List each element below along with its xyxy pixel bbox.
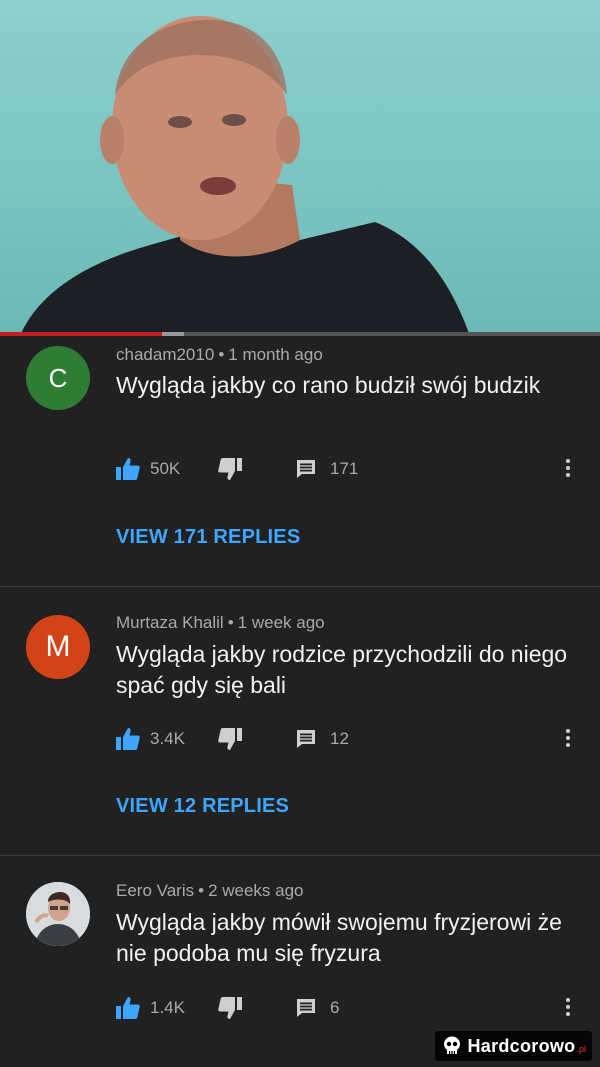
comment-author[interactable]: chadam2010: [116, 345, 214, 364]
watermark-brand: Hardcorowo: [467, 1035, 576, 1056]
view-replies-button[interactable]: VIEW 12 REPLIES: [116, 795, 289, 818]
like-button[interactable]: 3.4K: [116, 724, 185, 754]
comment-author[interactable]: Murtaza Khalil: [116, 613, 224, 632]
comment-time: 1 month ago: [228, 345, 323, 364]
like-count: 50K: [150, 459, 181, 478]
reply-button[interactable]: 12: [296, 724, 349, 754]
comment-text: Wygląda jakby co rano budził swój budzik: [116, 372, 541, 398]
like-count: 3.4K: [150, 729, 185, 748]
comment-actions: 1.4K 6: [116, 993, 586, 1023]
comment-meta: Eero Varis • 2 weeks ago: [116, 881, 304, 900]
watermark-tld: .pl: [576, 1044, 586, 1054]
avatar[interactable]: M: [26, 615, 90, 679]
comment-item: C chadam2010 • 1 month ago Wygląda jakby c…: [0, 336, 600, 587]
thumb-down-icon: [218, 997, 242, 1019]
thumb-down-icon: [218, 728, 242, 750]
avatar[interactable]: C: [26, 346, 90, 410]
comment-meta: chadam2010 • 1 month ago: [116, 345, 323, 364]
reply-button[interactable]: 6: [296, 993, 339, 1023]
reply-button[interactable]: 171: [296, 454, 358, 484]
comment-meta: Murtaza Khalil • 1 week ago: [116, 613, 325, 632]
video-player[interactable]: [0, 0, 600, 336]
thumb-up-icon: [116, 728, 140, 750]
comment-time: 1 week ago: [237, 613, 325, 632]
reply-count: 6: [330, 998, 340, 1017]
more-vert-icon[interactable]: [562, 726, 574, 752]
like-button[interactable]: 1.4K: [116, 993, 185, 1023]
dislike-button[interactable]: [218, 724, 242, 754]
comment-text: Wygląda jakby rodzice przychodzili do ni…: [116, 641, 568, 698]
comment-icon: [297, 460, 315, 478]
reply-count: 12: [330, 729, 349, 748]
skull-icon: [444, 1036, 461, 1054]
more-vert-icon[interactable]: [562, 995, 574, 1021]
thumb-up-icon: [116, 997, 140, 1019]
comment-time: 2 weeks ago: [208, 881, 304, 900]
dislike-button[interactable]: [218, 454, 242, 484]
comment-text: Wygląda jakby mówił swojemu fryzjerowi ż…: [116, 909, 562, 966]
comment-icon: [297, 730, 315, 748]
avatar-letter: C: [48, 362, 68, 393]
like-count: 1.4K: [150, 998, 185, 1017]
like-button[interactable]: 50K: [116, 454, 180, 484]
view-replies-button[interactable]: VIEW 171 REPLIES: [116, 526, 300, 549]
watermark-logo: Hardcorowo .pl: [435, 1031, 592, 1061]
avatar[interactable]: [26, 882, 90, 946]
video-frame-image: [20, 16, 470, 336]
user-photo-icon: [26, 882, 90, 946]
comment-author[interactable]: Eero Varis: [116, 881, 194, 900]
more-vert-icon[interactable]: [562, 456, 574, 482]
dislike-button[interactable]: [218, 993, 242, 1023]
avatar-letter: M: [45, 630, 71, 663]
comment-item: M Murtaza Khalil • 1 week ago Wygląda jakb…: [0, 587, 600, 856]
reply-count: 171: [330, 459, 359, 478]
comment-actions: 50K 171: [116, 454, 586, 484]
comment-actions: 3.4K 12: [116, 724, 586, 754]
thumb-down-icon: [218, 458, 242, 480]
comment-icon: [297, 999, 315, 1017]
thumb-up-icon: [116, 458, 140, 480]
comments-list: C chadam2010 • 1 month ago Wygląda jakby c…: [0, 336, 600, 1067]
